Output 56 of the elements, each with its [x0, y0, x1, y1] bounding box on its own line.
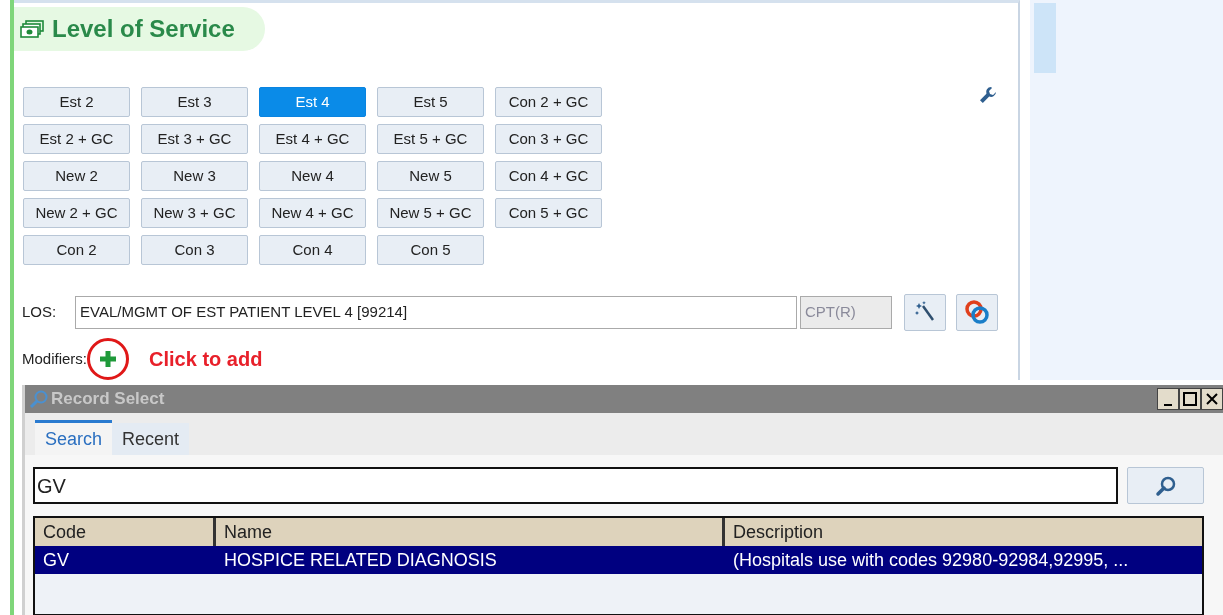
add-modifier-button[interactable] [87, 338, 130, 380]
code-button[interactable]: Est 2 [23, 87, 130, 117]
linked-rings-icon [963, 298, 991, 326]
search-icon [29, 389, 49, 409]
code-button[interactable]: Con 2 [23, 235, 130, 265]
table-cell-text: HOSPICE RELATED DIAGNOSIS [223, 548, 498, 572]
modifiers-label: Modifiers: [22, 348, 88, 369]
code-button[interactable]: New 4 [259, 161, 366, 191]
maximize-button[interactable] [1179, 388, 1201, 410]
code-button[interactable]: Est 3 [141, 87, 248, 117]
code-button[interactable]: New 3 [141, 161, 248, 191]
code-button[interactable]: Est 5 + GC [377, 124, 484, 154]
code-button[interactable]: New 5 + GC [377, 198, 484, 228]
code-button[interactable]: Con 3 [141, 235, 248, 265]
minimize-button[interactable] [1157, 388, 1179, 410]
search-field[interactable]: GV [33, 467, 1118, 504]
section-title: Level of Service [52, 14, 235, 44]
table-row[interactable]: GV HOSPICE RELATED DIAGNOSIS (Hospitals use with codes 92980-92984,92995, ... [35, 546, 1202, 574]
minimize-icon [1164, 404, 1172, 406]
code-button[interactable]: Est 5 [377, 87, 484, 117]
dialog-title: Record Select [51, 388, 165, 411]
search-button[interactable] [1127, 467, 1204, 504]
code-button[interactable]: New 2 + GC [23, 198, 130, 228]
click-to-add-annotation: Click to add [149, 347, 263, 372]
code-button[interactable]: Con 4 [259, 235, 366, 265]
maximize-icon [1183, 392, 1197, 406]
magic-wand-button[interactable] [904, 293, 946, 331]
link-button[interactable] [956, 293, 998, 331]
code-button[interactable]: Con 3 + GC [495, 124, 602, 154]
close-icon [1205, 392, 1219, 406]
los-label: LOS: [22, 301, 58, 322]
search-icon [1154, 474, 1177, 497]
code-system-label: CPT(R) [800, 295, 892, 329]
code-button[interactable]: Est 2 + GC [23, 124, 130, 154]
table-cell-text: (Hospitals use with codes 92980-92984,92995, ... [732, 548, 1130, 572]
code-button[interactable]: New 4 + GC [259, 198, 366, 228]
table-cell-text: GV [42, 548, 70, 572]
code-button[interactable]: Est 3 + GC [141, 124, 248, 154]
dialog-tab[interactable]: Recent [112, 423, 190, 455]
dialog-tab[interactable]: Search [35, 420, 113, 455]
los-field[interactable]: EVAL/MGMT OF EST PATIENT LEVEL 4 [99214] [75, 295, 797, 329]
code-button[interactable]: New 5 [377, 161, 484, 191]
code-button[interactable]: Est 4 + GC [259, 124, 366, 154]
wrench-icon[interactable] [978, 85, 998, 105]
column-header[interactable]: Code [35, 518, 213, 546]
plus-icon [99, 350, 118, 368]
scrollbar-thumb[interactable] [1034, 3, 1056, 73]
code-button[interactable]: Est 4 [259, 87, 366, 117]
code-button[interactable]: Con 2 + GC [495, 87, 602, 117]
close-button[interactable] [1201, 388, 1223, 410]
money-icon [20, 20, 44, 38]
code-button[interactable]: Con 5 [377, 235, 484, 265]
code-button[interactable]: Con 5 + GC [495, 198, 602, 228]
code-button[interactable]: Con 4 + GC [495, 161, 602, 191]
code-button[interactable]: New 2 [23, 161, 130, 191]
code-button[interactable]: New 3 + GC [141, 198, 248, 228]
